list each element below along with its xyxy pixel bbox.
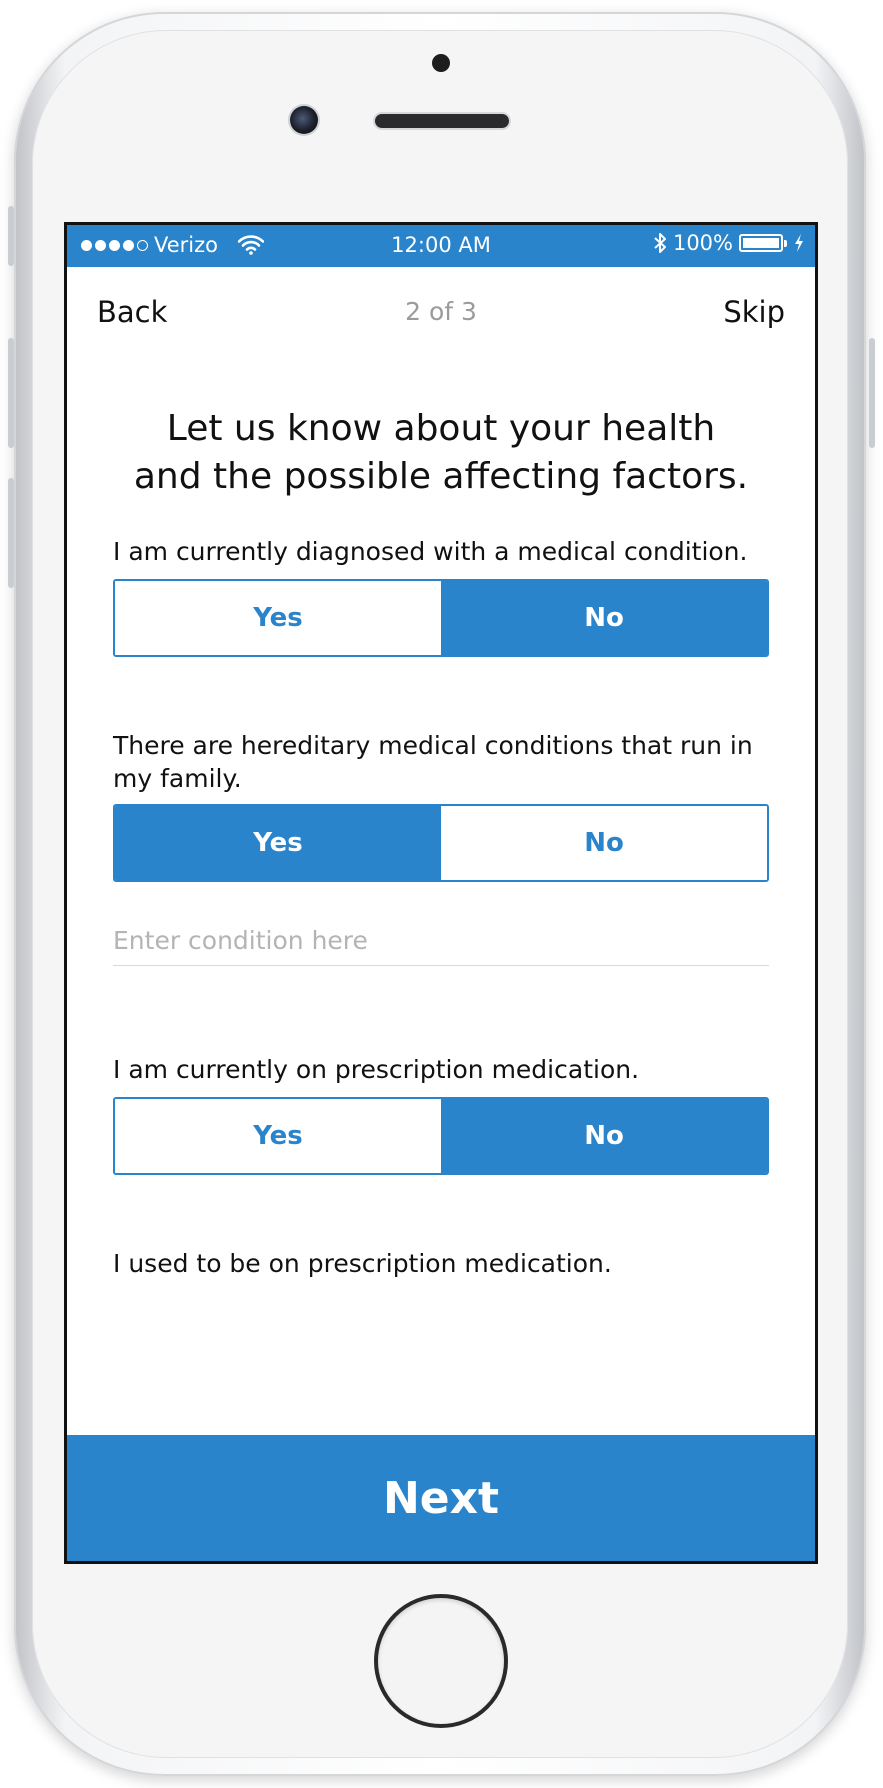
front-camera-icon	[290, 106, 318, 134]
step-indicator: 2 of 3	[405, 297, 477, 326]
battery-percent: 100%	[672, 231, 733, 255]
skip-button[interactable]: Skip	[723, 295, 785, 329]
condition-input[interactable]	[113, 915, 769, 966]
volume-up-button	[8, 338, 14, 448]
status-right: 100%	[653, 231, 805, 255]
toggle-hereditary: Yes No	[113, 804, 769, 882]
hereditary-yes-button[interactable]: Yes	[115, 806, 441, 880]
power-button	[869, 338, 875, 448]
page-title-line-1: Let us know about your health	[166, 408, 716, 449]
volume-down-button	[8, 478, 14, 588]
question-diagnosed: I am currently diagnosed with a medical …	[113, 537, 748, 566]
diagnosed-yes-button[interactable]: Yes	[115, 581, 441, 655]
battery-icon	[739, 234, 787, 252]
proximity-sensor	[432, 54, 450, 72]
battery-level-fill	[743, 238, 779, 248]
app-screen: Verizo 12:00 AM 100% Back 2 of 3 Skip Le…	[64, 222, 818, 1564]
page-title: Let us know about your health and the po…	[87, 405, 795, 501]
diagnosed-no-button[interactable]: No	[441, 581, 767, 655]
question-current-medication: I am currently on prescription medicatio…	[113, 1055, 640, 1084]
question-past-medication: I used to be on prescription medication.	[113, 1249, 612, 1278]
home-button[interactable]	[374, 1594, 508, 1728]
current-medication-yes-button[interactable]: Yes	[115, 1099, 441, 1173]
toggle-diagnosed: Yes No	[113, 579, 769, 657]
next-button[interactable]: Next	[67, 1435, 815, 1561]
mute-switch	[8, 206, 14, 266]
bluetooth-icon	[654, 233, 666, 253]
page-title-line-2: and the possible affecting factors.	[133, 456, 749, 497]
status-bar: Verizo 12:00 AM 100%	[67, 225, 815, 267]
earpiece-speaker	[375, 114, 509, 128]
question-hereditary: There are hereditary medical conditions …	[113, 731, 753, 793]
nav-bar: Back 2 of 3 Skip	[67, 267, 815, 359]
current-medication-no-button[interactable]: No	[441, 1099, 767, 1173]
hereditary-no-button[interactable]: No	[441, 806, 767, 880]
charging-bolt-icon	[795, 234, 803, 252]
toggle-current-medication: Yes No	[113, 1097, 769, 1175]
